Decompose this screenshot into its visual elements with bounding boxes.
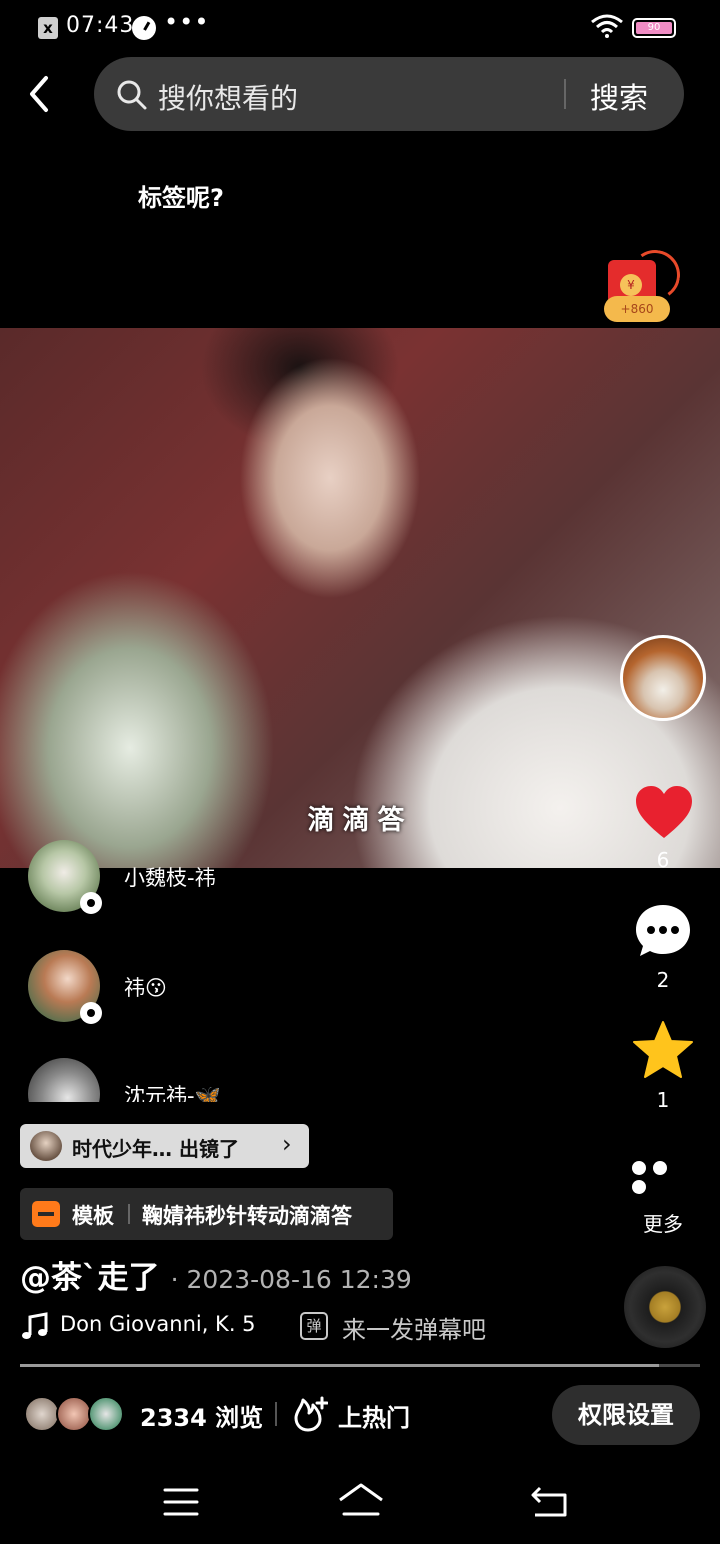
avatar <box>28 1058 100 1102</box>
viewer-name: 祎😗 <box>124 976 167 1000</box>
viewer-name: 小魏枝-祎 <box>124 866 216 890</box>
eye-icon <box>80 892 102 914</box>
template-name: 鞠婧祎秒针转动滴滴答 <box>142 1204 352 1228</box>
search-divider <box>564 79 566 109</box>
danmaku-input[interactable]: 来一发弹幕吧 <box>342 1310 486 1345</box>
boost-label: 上热门 <box>338 1404 410 1432</box>
view-count[interactable]: 2334 浏览 <box>140 1398 263 1433</box>
search-input[interactable]: 搜你想看的 <box>158 77 298 117</box>
chevron-right-icon: › <box>282 1130 292 1158</box>
viewer-list-overflow: 沈元祎-🦋 <box>0 1058 600 1102</box>
music-title[interactable]: Don Giovanni, K. 5 <box>60 1312 256 1336</box>
red-packet-button[interactable]: ¥ +860 <box>600 246 684 332</box>
permission-settings-button[interactable]: 权限设置 <box>552 1385 700 1445</box>
avatar <box>24 1396 60 1432</box>
like-count: 6 <box>656 848 670 872</box>
topic-thumbnail <box>30 1131 62 1161</box>
topic-chip[interactable]: 时代少年… 出镜了 › <box>20 1124 309 1168</box>
menu-icon[interactable] <box>163 1486 199 1518</box>
more-label: 更多 <box>643 1212 683 1236</box>
viewer-item[interactable]: 祎😗 <box>28 950 508 1024</box>
video-subtitle: 滴滴答 <box>307 805 413 836</box>
comment-icon[interactable] <box>634 902 692 960</box>
clock-icon <box>132 16 156 40</box>
viewer-item[interactable]: 沈元祎-🦋 <box>28 1058 508 1102</box>
star-icon[interactable] <box>632 1020 694 1080</box>
author-avatar[interactable] <box>620 635 706 721</box>
search-button[interactable]: 搜索 <box>590 75 648 117</box>
heart-icon[interactable] <box>634 784 694 840</box>
system-back-icon[interactable] <box>530 1484 570 1520</box>
wifi-icon <box>591 14 623 38</box>
more-icon[interactable] <box>632 1160 694 1194</box>
viewer-avatars[interactable] <box>24 1396 124 1432</box>
home-icon[interactable] <box>336 1482 386 1518</box>
music-note-icon <box>22 1312 48 1339</box>
search-bar[interactable]: 搜你想看的 搜索 <box>94 57 684 131</box>
template-icon <box>32 1201 60 1227</box>
favorite-count: 1 <box>656 1088 670 1112</box>
video-progress-fill <box>20 1364 660 1367</box>
danmaku-button[interactable]: 弹 来一发弹幕吧 <box>300 1310 530 1344</box>
notification-close-icon: x <box>38 17 58 39</box>
author-name[interactable]: @茶`走了 <box>20 1260 160 1296</box>
back-button[interactable] <box>20 70 60 118</box>
bottom-divider <box>275 1402 277 1426</box>
status-bar: x 07:43 ••• 90 <box>0 0 720 56</box>
post-date: · 2023-08-16 12:39 <box>170 1265 412 1294</box>
viewer-item[interactable]: 小魏枝-祎 <box>28 840 508 914</box>
viewer-name: 沈元祎-🦋 <box>124 1084 221 1102</box>
avatar <box>56 1396 92 1432</box>
template-chip[interactable]: 模板 鞠婧祎秒针转动滴滴答 <box>20 1188 393 1240</box>
video-player[interactable]: 滴滴答 <box>0 328 720 868</box>
avatar <box>88 1396 124 1432</box>
fire-icon <box>294 1396 328 1432</box>
danmaku-icon: 弹 <box>300 1312 328 1340</box>
status-more-dots: ••• <box>164 8 210 36</box>
battery-icon: 90 <box>632 18 676 38</box>
coin-icon: ¥ <box>620 274 642 296</box>
eye-icon <box>80 1002 102 1024</box>
status-time: 07:43 <box>66 13 135 38</box>
template-divider <box>128 1204 130 1224</box>
battery-level: 90 <box>636 22 672 34</box>
red-packet-amount: +860 <box>604 296 670 322</box>
video-progress-bar[interactable] <box>20 1364 700 1367</box>
topic-text: 时代少年… 出镜了 <box>72 1137 239 1161</box>
boost-button[interactable]: 上热门 <box>294 1394 424 1434</box>
comment-count: 2 <box>656 968 670 992</box>
music-disc[interactable] <box>624 1266 706 1348</box>
caption-text: 标签呢? <box>138 184 224 212</box>
back-arrow-icon <box>30 76 48 112</box>
search-icon <box>117 80 147 110</box>
template-label: 模板 <box>72 1204 114 1228</box>
author-line: @茶`走了 · 2023-08-16 12:39 <box>20 1252 412 1296</box>
